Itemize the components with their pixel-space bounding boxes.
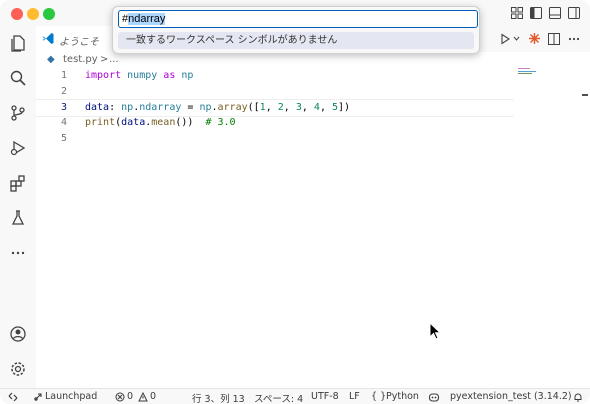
status-bar: Launchpad 0 0 行 3、列 13 スペース: 4 UTF-8 LF … xyxy=(0,388,590,404)
rocket-icon xyxy=(34,393,42,401)
warning-count[interactable]: 0 xyxy=(150,391,156,402)
layout-icon[interactable] xyxy=(510,6,524,20)
scrollbar-cursor-marker xyxy=(582,94,588,96)
code-line: 1 import numpy as np xyxy=(36,68,514,84)
language-mode[interactable]: Python xyxy=(386,391,419,402)
error-icon xyxy=(115,392,125,402)
more-icon[interactable] xyxy=(9,244,27,262)
launchpad-status[interactable]: Launchpad xyxy=(45,391,97,402)
breadcrumb-separator: > xyxy=(100,54,109,65)
quick-open-panel: #ndarray 一致するワークスペース シンボルがありません xyxy=(112,6,480,54)
symbol-search-input[interactable]: #ndarray xyxy=(118,10,478,28)
run-and-debug-icon[interactable] xyxy=(9,139,27,157)
cursor-position[interactable]: 行 3、列 13 xyxy=(192,391,245,404)
more-actions-icon[interactable] xyxy=(567,32,581,46)
line-number: 3 xyxy=(60,102,67,113)
minimap[interactable] xyxy=(518,68,538,76)
code-text: data: np.ndarray = np.array([1, 2, 3, 4,… xyxy=(85,102,351,113)
explorer-icon[interactable] xyxy=(9,34,27,52)
python-file-icon: ◆ xyxy=(47,54,55,65)
close-window-button[interactable] xyxy=(11,8,23,20)
toggle-secondary-sidebar-icon[interactable] xyxy=(567,6,581,20)
copilot-icon[interactable] xyxy=(428,391,440,403)
tab-label: ようこそ xyxy=(59,37,99,48)
split-editor-icon[interactable] xyxy=(547,32,561,46)
encoding[interactable]: UTF-8 xyxy=(311,391,339,402)
breadcrumb: ◆ test.py > ... xyxy=(36,52,590,68)
no-results-message: 一致するワークスペース シンボルがありません xyxy=(118,32,474,49)
warning-icon xyxy=(138,392,148,402)
accounts-icon[interactable] xyxy=(9,325,27,343)
remote-icon[interactable] xyxy=(8,392,18,402)
line-number: 4 xyxy=(60,117,67,128)
minimize-window-button[interactable] xyxy=(27,8,39,20)
python-environment[interactable]: pyextension_test (3.14.2) xyxy=(450,391,572,402)
code-editor[interactable]: 1 import numpy as np 2 3 data: np.ndarra… xyxy=(36,68,590,388)
extensions-icon[interactable] xyxy=(9,174,27,192)
breadcrumb-file[interactable]: test.py xyxy=(63,54,98,65)
breadcrumb-more[interactable]: ... xyxy=(109,54,119,65)
toggle-primary-sidebar-icon[interactable] xyxy=(529,6,543,20)
line-number: 5 xyxy=(60,133,67,144)
spark-icon[interactable] xyxy=(528,32,541,45)
error-count[interactable]: 0 xyxy=(127,391,133,402)
maximize-window-button[interactable] xyxy=(43,8,55,20)
notifications-bell-icon[interactable] xyxy=(573,392,583,402)
activity-bar xyxy=(0,26,37,388)
search-icon[interactable] xyxy=(9,69,27,87)
testing-flask-icon[interactable] xyxy=(9,209,27,227)
vscode-window: ようこそ ◆ test.py > ... 1 import numpy as n… xyxy=(0,0,590,404)
run-python-file-icon[interactable] xyxy=(499,33,511,45)
chevron-down-icon[interactable] xyxy=(513,36,520,42)
source-control-icon[interactable] xyxy=(9,104,27,122)
code-line: 5 xyxy=(36,131,514,147)
line-number: 1 xyxy=(60,70,67,81)
code-line: 2 xyxy=(36,84,514,100)
settings-gear-icon[interactable] xyxy=(9,360,27,378)
indentation[interactable]: スペース: 4 xyxy=(254,391,303,404)
line-number: 2 xyxy=(60,86,67,97)
vscode-logo-icon xyxy=(42,33,54,44)
toggle-panel-icon[interactable] xyxy=(548,6,562,20)
code-text: print(data.mean()) # 3.0 xyxy=(85,117,236,128)
code-text: import numpy as np xyxy=(85,70,194,81)
mouse-pointer-icon xyxy=(429,322,441,340)
code-line: 4 print(data.mean()) # 3.0 xyxy=(36,115,514,131)
language-braces[interactable]: { } xyxy=(371,391,386,402)
end-of-line[interactable]: LF xyxy=(349,391,360,402)
